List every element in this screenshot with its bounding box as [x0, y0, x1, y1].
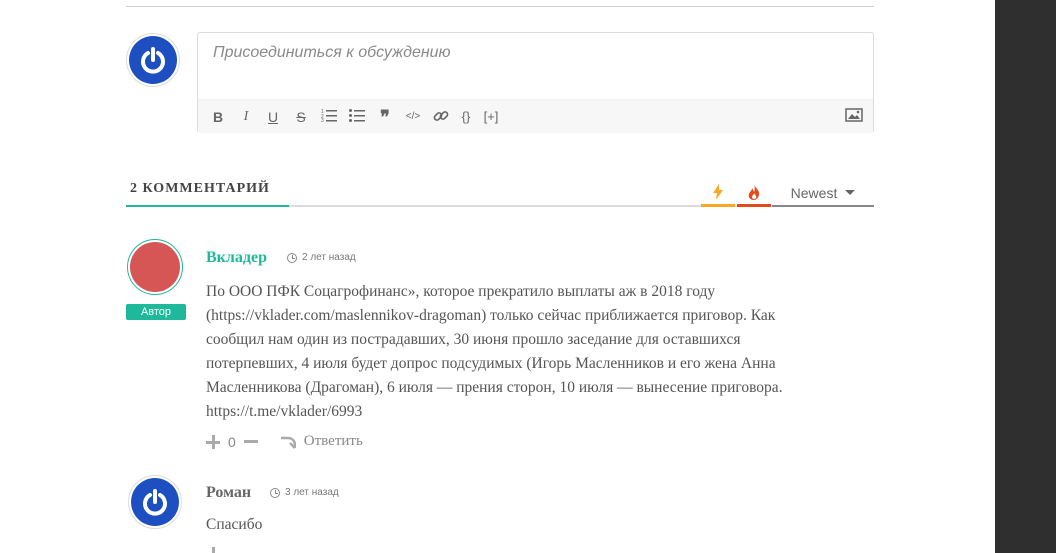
image-icon[interactable] — [845, 108, 863, 126]
reply-icon — [280, 436, 296, 449]
bold-icon[interactable]: B — [210, 108, 226, 126]
upvote-icon[interactable] — [206, 547, 220, 553]
svg-text:3: 3 — [321, 118, 324, 122]
comment-author-name[interactable]: Вкладер — [206, 249, 267, 267]
reply-button[interactable]: Ответить — [280, 433, 363, 450]
upvote-icon[interactable] — [206, 434, 220, 449]
sort-label: Newest — [790, 184, 838, 201]
comment-input-placeholder[interactable]: Присоединиться к обсуждению — [213, 44, 451, 62]
comments-count-title: 2 КОММЕНТАРИЙ — [130, 181, 270, 196]
divider — [126, 6, 874, 7]
italic-icon[interactable]: I — [238, 108, 254, 126]
author-badge: Автор — [126, 304, 186, 320]
comment-author-avatar — [127, 239, 183, 295]
comment-author-name[interactable]: Роман — [206, 484, 251, 502]
strikethrough-icon[interactable]: S — [293, 108, 309, 126]
header-underline-active — [126, 205, 289, 207]
caret-down-icon — [845, 190, 856, 195]
comment-editor[interactable]: Присоединиться к обсуждению B I U S 123 … — [197, 32, 874, 133]
ordered-list-icon[interactable]: 123 — [321, 108, 337, 126]
current-user-avatar — [126, 33, 180, 87]
most-reacted-filter[interactable] — [701, 180, 735, 207]
clock-icon — [270, 487, 280, 498]
source-code-icon[interactable]: {} — [458, 108, 474, 126]
comment-actions — [206, 547, 220, 553]
fire-icon — [748, 184, 760, 200]
comment-author-avatar — [128, 475, 182, 529]
comment-body: Спасибо — [206, 516, 263, 533]
power-icon — [129, 36, 177, 84]
underline-icon[interactable]: U — [265, 108, 281, 126]
bolt-icon — [713, 184, 723, 200]
link-icon[interactable] — [433, 108, 449, 126]
comment-timestamp[interactable]: 3 лет назад — [270, 487, 339, 498]
sort-dropdown[interactable]: Newest — [772, 180, 874, 207]
comment-timestamp[interactable]: 2 лет назад — [287, 252, 356, 263]
page-side-background — [995, 0, 1056, 553]
bullet-list-icon[interactable] — [349, 108, 365, 126]
hottest-filter[interactable] — [737, 180, 771, 207]
downvote-icon[interactable] — [243, 440, 258, 443]
spoiler-icon[interactable]: [+] — [483, 108, 499, 126]
blockquote-icon[interactable]: ❞ — [377, 108, 393, 126]
code-icon[interactable]: </> — [405, 108, 421, 126]
vote-count: 0 — [228, 433, 236, 450]
power-icon — [131, 478, 179, 526]
comment-actions: 0 Ответить — [206, 433, 363, 450]
comment-body: По ООО ПФК Соцагрофинанс», которое прекр… — [206, 283, 783, 420]
clock-icon — [287, 252, 297, 263]
editor-toolbar: B I U S 123 ❞ </> {} [+] — [198, 99, 873, 133]
